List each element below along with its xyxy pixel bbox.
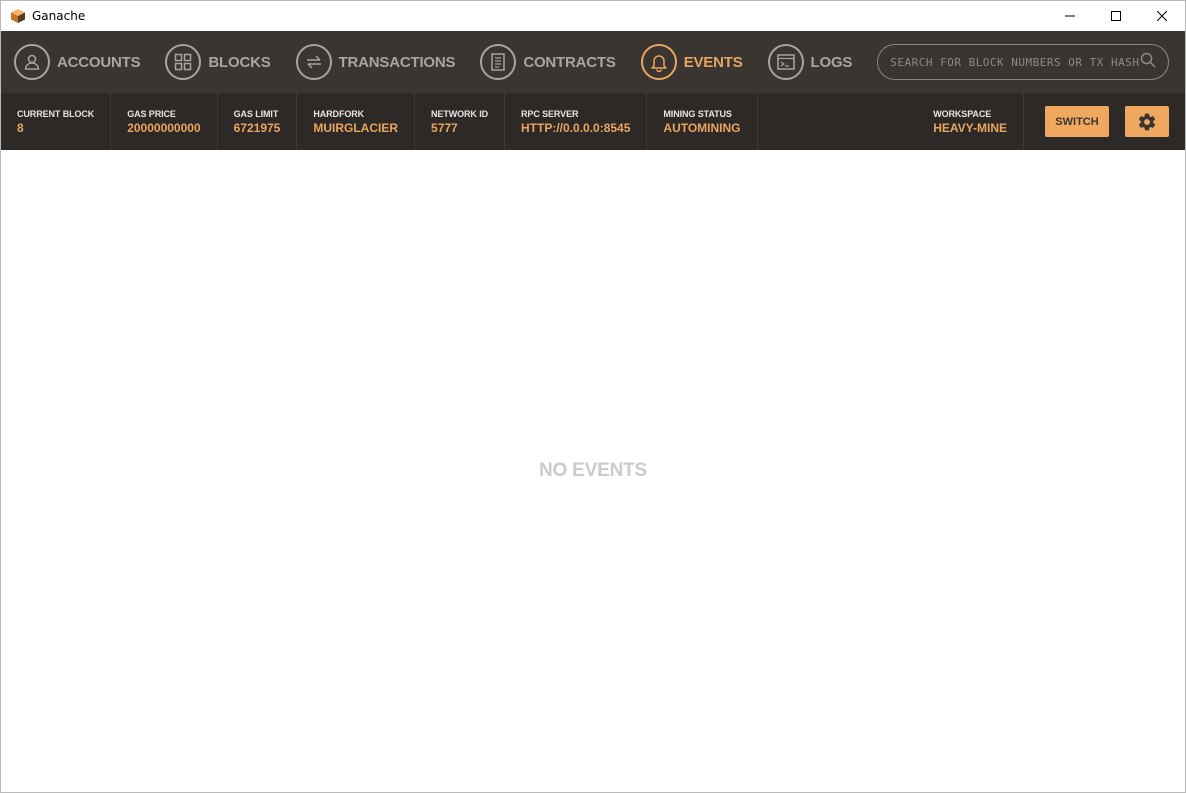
window-controls [1047, 1, 1185, 31]
settings-button[interactable] [1125, 106, 1169, 137]
events-panel: NO EVENTS [1, 150, 1185, 792]
nav-transactions-label: TRANSACTIONS [338, 53, 456, 71]
search-box [877, 44, 1169, 80]
stat-network-id: NETWORK ID 5777 [415, 93, 506, 150]
stat-label: MINING STATUS [663, 108, 732, 119]
title-bar: Ganache [1, 1, 1185, 31]
close-button[interactable] [1139, 1, 1185, 31]
search-input[interactable] [890, 55, 1140, 69]
app-window: Ganache ACCOUNTS BLOCKS TRANSACTIONS CON… [0, 0, 1186, 793]
nav-accounts[interactable]: ACCOUNTS [14, 44, 141, 80]
blocks-grid-icon [165, 44, 202, 80]
nav-contracts[interactable]: CONTRACTS [480, 44, 616, 80]
switch-workspace-button[interactable]: SWITCH [1045, 106, 1109, 137]
nav-transactions[interactable]: TRANSACTIONS [295, 44, 456, 80]
transfer-arrows-icon [295, 44, 332, 80]
stat-value: AUTOMINING [663, 120, 741, 135]
status-bar: CURRENT BLOCK 8 GAS PRICE 20000000000 GA… [1, 93, 1185, 150]
maximize-icon [1111, 11, 1121, 21]
ganache-logo-icon [10, 8, 26, 24]
stat-value: HEAVY-MINE [933, 120, 1007, 135]
nav-blocks-label: BLOCKS [208, 53, 271, 71]
stat-gas-limit: GAS LIMIT 6721975 [218, 93, 298, 150]
nav-accounts-label: ACCOUNTS [57, 53, 141, 71]
stat-label: HARDFORK [313, 108, 365, 119]
nav-contracts-label: CONTRACTS [523, 53, 616, 71]
empty-state-message: NO EVENTS [539, 460, 647, 481]
stat-hardfork: HARDFORK MUIRGLACIER [297, 93, 416, 150]
stat-rpc-server: RPC SERVER HTTP://0.0.0.0:8545 [505, 93, 648, 150]
stat-label: RPC SERVER [521, 108, 579, 119]
status-spacer [758, 93, 918, 150]
nav-events[interactable]: EVENTS [640, 44, 743, 80]
minimize-icon [1065, 15, 1075, 17]
search-icon[interactable] [1140, 52, 1156, 73]
stat-label: WORKSPACE [933, 108, 992, 119]
stat-value: MUIRGLACIER [313, 120, 399, 135]
nav-blocks[interactable]: BLOCKS [165, 44, 271, 80]
stat-value: 5777 [431, 120, 458, 135]
stat-gas-price: GAS PRICE 20000000000 [111, 93, 218, 150]
stat-value: 20000000000 [127, 120, 201, 135]
stat-workspace: WORKSPACE HEAVY-MINE [917, 93, 1024, 150]
stat-label: NETWORK ID [431, 108, 489, 119]
stat-value: 6721975 [233, 120, 281, 135]
nav-logs[interactable]: LOGS [767, 44, 853, 80]
terminal-icon [767, 44, 804, 80]
nav-logs-label: LOGS [810, 53, 853, 71]
stat-label: GAS LIMIT [233, 108, 279, 119]
gear-icon [1138, 113, 1156, 130]
bell-icon [640, 44, 677, 80]
stat-label: GAS PRICE [127, 108, 176, 119]
person-icon [14, 44, 50, 80]
stat-mining-status: MINING STATUS AUTOMINING [647, 93, 758, 150]
document-icon [480, 44, 517, 80]
window-title: Ganache [32, 9, 86, 23]
top-navigation: ACCOUNTS BLOCKS TRANSACTIONS CONTRACTS E… [1, 31, 1185, 93]
stat-current-block: CURRENT BLOCK 8 [1, 93, 112, 150]
stat-label: CURRENT BLOCK [17, 108, 95, 119]
nav-events-label: EVENTS [683, 53, 743, 71]
maximize-button[interactable] [1093, 1, 1139, 31]
stat-value: HTTP://0.0.0.0:8545 [521, 120, 631, 135]
close-icon [1157, 11, 1167, 21]
minimize-button[interactable] [1047, 1, 1093, 31]
stat-value: 8 [17, 120, 24, 135]
